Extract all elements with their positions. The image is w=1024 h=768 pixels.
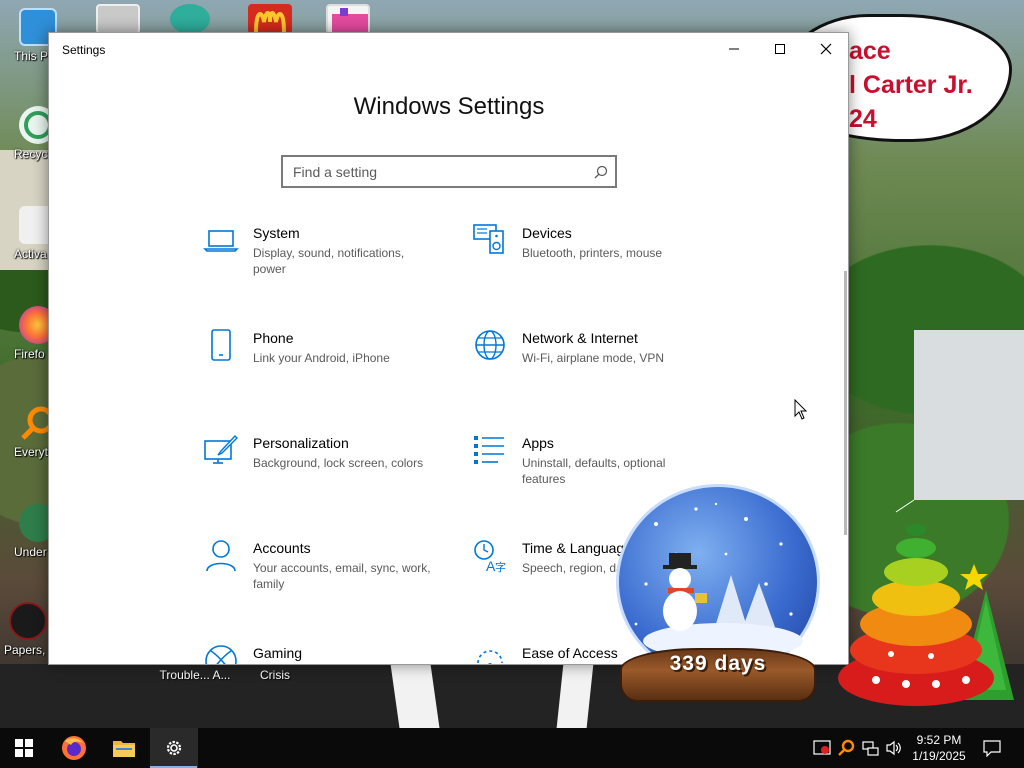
desktop-icon-papers-please[interactable]: Papers, P (4, 602, 57, 657)
emblem-icon (9, 602, 47, 640)
taskbar-settings[interactable] (150, 728, 198, 768)
maximize-button[interactable] (757, 33, 803, 65)
network-icon[interactable] (860, 738, 880, 758)
speech-text: 24 (849, 105, 877, 133)
tray-security-icon[interactable] (812, 738, 832, 758)
gear-icon (166, 740, 182, 756)
paintbrush-icon (204, 434, 238, 464)
clock-date: 1/19/2025 (912, 749, 966, 763)
tile-accounts[interactable]: Accounts Your accounts, email, sync, wor… (203, 538, 453, 618)
time-language-icon: A 字 (474, 540, 506, 574)
taskbar: 9:52 PM 1/19/2025 (0, 728, 1024, 768)
tile-personalization[interactable]: Personalization Background, lock screen,… (203, 433, 453, 513)
character-icon[interactable] (170, 4, 210, 34)
minimize-button[interactable] (711, 33, 757, 65)
tray-search-icon[interactable] (836, 738, 856, 758)
search-icon[interactable] (587, 165, 615, 179)
tile-title: Network & Internet (522, 330, 638, 346)
tile-description: Bluetooth, printers, mouse (522, 246, 663, 260)
game-icon[interactable] (326, 4, 370, 34)
tile-title: Accounts (253, 540, 311, 556)
tile-description: Display, sound, notifications, power (253, 246, 405, 276)
tile-description: Your accounts, email, sync, work, family (253, 561, 431, 591)
tile-devices[interactable]: Devices Bluetooth, printers, mouse (472, 223, 722, 303)
tile-system[interactable]: System Display, sound, notifications, po… (203, 223, 453, 303)
taskbar-firefox[interactable] (50, 728, 98, 768)
speech-text: l Carter Jr. (849, 71, 973, 99)
tree-icon (743, 583, 775, 627)
christmas-tree-icon (838, 499, 1014, 706)
devices-icon (473, 224, 504, 254)
close-icon (820, 43, 832, 55)
clock[interactable]: 9:52 PM 1/19/2025 (904, 732, 974, 764)
tile-title: Apps (522, 435, 554, 451)
search-box[interactable] (281, 155, 617, 188)
phone-icon (211, 329, 231, 361)
window-title: Settings (62, 43, 106, 57)
ease-of-access-icon (477, 650, 503, 664)
desktop-icon-label[interactable]: Crisis (252, 668, 298, 682)
tile-title: Devices (522, 225, 572, 241)
globe-icon (475, 330, 505, 360)
tile-title: Ease of Access (522, 645, 618, 661)
windows-logo-icon (15, 739, 33, 757)
apps-list-icon (474, 436, 504, 464)
clock-time: 9:52 PM (916, 733, 962, 747)
desktop-icon-thumbnail[interactable] (96, 4, 140, 34)
speech-text: ace (849, 37, 891, 65)
tile-title: Personalization (253, 435, 349, 451)
tile-description: Background, lock screen, colors (253, 456, 424, 470)
title-bar[interactable]: Settings (49, 33, 848, 65)
snow-globe-countdown[interactable]: 339 days (612, 484, 824, 704)
wallpaper-house (914, 330, 1024, 500)
countdown-text: 339 days (669, 652, 767, 675)
volume-icon[interactable] (884, 738, 904, 758)
tile-gaming[interactable]: Gaming (203, 643, 453, 664)
person-icon (206, 540, 236, 572)
page-title: Windows Settings (353, 93, 545, 120)
xbox-icon (205, 645, 237, 664)
svg-text:字: 字 (495, 560, 506, 574)
start-button[interactable] (0, 728, 48, 768)
mcdonalds-icon[interactable] (248, 4, 292, 34)
taskbar-file-explorer[interactable] (100, 728, 148, 768)
search-input[interactable] (283, 157, 587, 186)
notification-center-icon[interactable] (980, 738, 1004, 758)
tile-network-internet[interactable]: Network & Internet Wi-Fi, airplane mode,… (472, 328, 722, 408)
desktop-icon-label: Papers, P (4, 643, 57, 657)
minimize-icon (729, 48, 739, 50)
tile-title: Gaming (253, 645, 303, 661)
snowman-icon (663, 553, 707, 631)
mouse-cursor-icon (794, 399, 808, 420)
tile-description: Link your Android, iPhone (253, 351, 390, 365)
tile-title: Phone (253, 330, 294, 346)
tile-phone[interactable]: Phone Link your Android, iPhone (203, 328, 453, 408)
close-button[interactable] (803, 33, 848, 65)
tile-description: Uninstall, defaults, optional features (522, 456, 666, 486)
tile-description: Wi-Fi, airplane mode, VPN (522, 351, 665, 365)
firefox-icon (62, 736, 86, 760)
laptop-icon (203, 230, 239, 252)
maximize-icon (775, 44, 785, 54)
tile-title: System (253, 225, 300, 241)
desktop-icon-label[interactable]: Trouble... A... (158, 668, 232, 682)
folder-icon (113, 741, 135, 757)
